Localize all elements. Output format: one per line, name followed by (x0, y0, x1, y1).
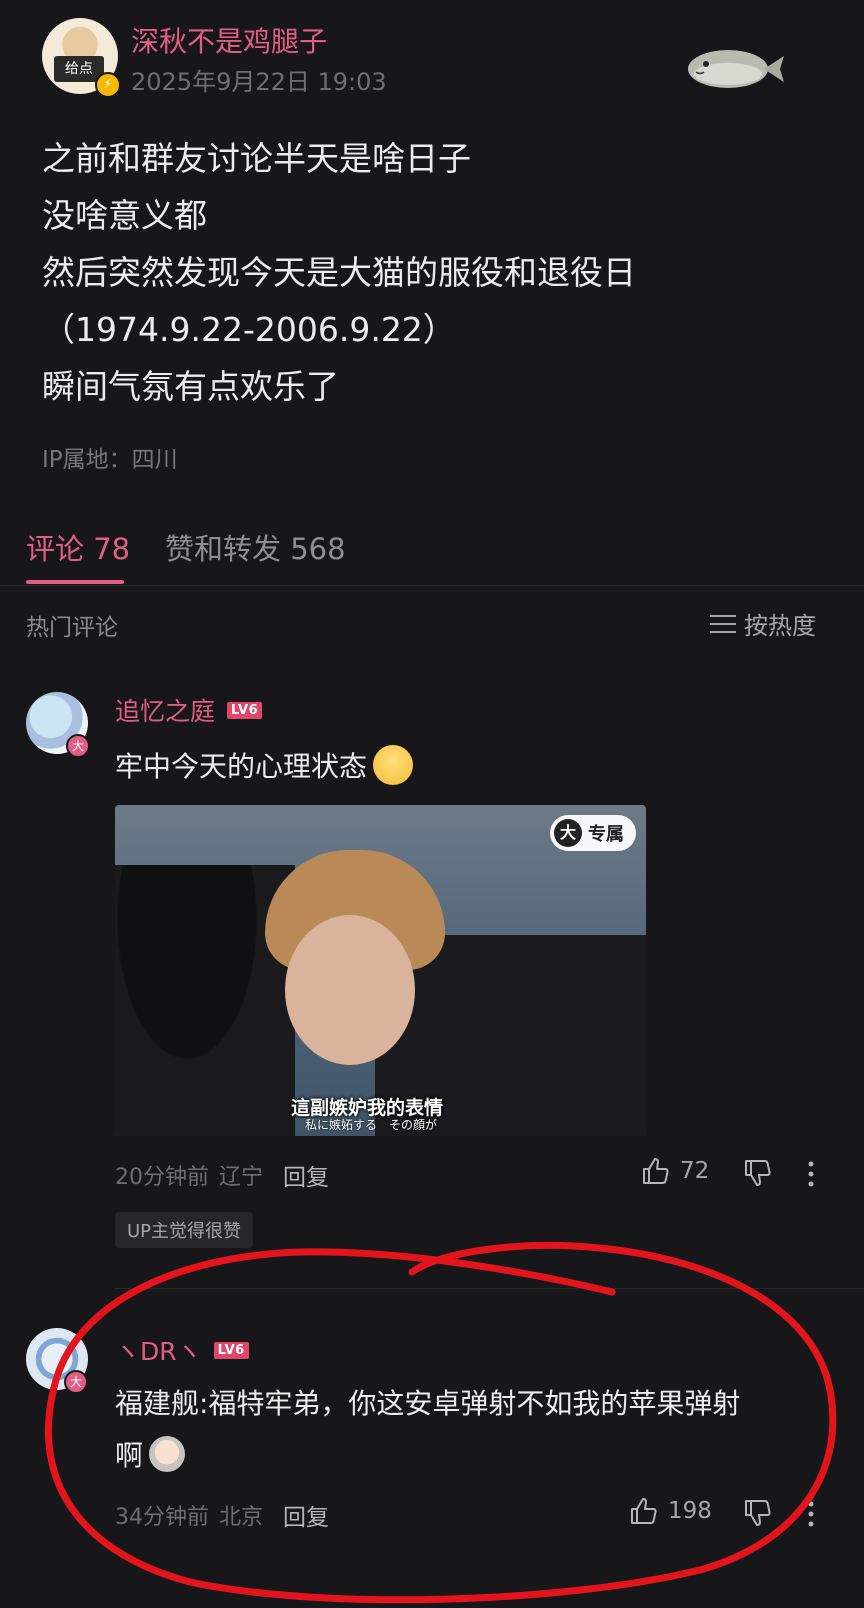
post-time: 2025年9月22日 19:03 (131, 68, 387, 96)
post-line: （1974.9.22-2006.9.22） (42, 310, 456, 349)
tab-comments[interactable]: 评论 78 (26, 526, 130, 568)
sort-button[interactable]: 按热度 (710, 606, 816, 641)
author-name[interactable]: 深秋不是鸡腿子 (131, 20, 327, 60)
comment-video[interactable]: 大 专属 這副嫉妒我的表情 私に嫉妬する その顔が (115, 805, 646, 1136)
post-line: 之前和群友讨论半天是啥日子 (42, 139, 471, 178)
comment-location: 辽宁 (219, 1165, 264, 1190)
post-line: 然后突然发现今天是大猫的服役和退役日 (42, 253, 636, 292)
reply-button[interactable]: 回复 (283, 1158, 329, 1192)
comment-text-line: 啊 (115, 1434, 186, 1474)
divider (115, 1288, 864, 1289)
thumbs-down-icon (742, 1498, 772, 1528)
comment-header: ヽDRヽ LV6 (115, 1332, 249, 1368)
comment-header: 追忆之庭 LV6 (115, 692, 263, 728)
comment-time: 34分钟前 (115, 1505, 209, 1530)
video-figure-left (115, 865, 295, 1136)
comment-meta: 20分钟前 辽宁 回复 (115, 1158, 329, 1192)
tab-active-indicator (26, 580, 124, 584)
more-options-icon[interactable] (806, 1500, 816, 1528)
like-count: 72 (680, 1158, 710, 1184)
comment-text-content: 啊 (115, 1439, 144, 1472)
anime-girl-sticker-icon (149, 1436, 186, 1472)
level-badge: LV6 (227, 701, 263, 719)
commenter-name[interactable]: 追忆之庭 (115, 692, 215, 728)
up-liked-tag: UP主觉得很赞 (115, 1212, 254, 1248)
fish-decoration-icon (686, 44, 786, 94)
exclusive-badge: 大 专属 (550, 815, 636, 851)
thumbs-down-icon (742, 1158, 772, 1188)
big-member-icon: 大 (554, 819, 582, 847)
comment-text: 牢中今天的心理状态 (115, 745, 414, 785)
like-button[interactable]: 198 (628, 1496, 712, 1526)
comment-meta: 34分钟前 北京 回复 (115, 1498, 329, 1532)
like-count: 198 (668, 1498, 712, 1524)
like-button[interactable]: 72 (640, 1156, 709, 1186)
reply-button[interactable]: 回复 (283, 1498, 329, 1532)
dislike-button[interactable] (742, 1158, 772, 1188)
comment-text-line: 福建舰:福特牢弟，你这安卓弹射不如我的苹果弹射 (115, 1387, 741, 1420)
comment-text-content: 牢中今天的心理状态 (115, 750, 368, 783)
tab-likes-reposts[interactable]: 赞和转发 568 (165, 526, 346, 568)
dislike-button[interactable] (742, 1498, 772, 1528)
comment-time: 20分钟前 (115, 1165, 209, 1190)
post-body: 之前和群友讨论半天是啥日子 没啥意义都 然后突然发现今天是大猫的服役和退役日 （… (42, 130, 832, 415)
verified-bolt-icon: ⚡ (95, 72, 121, 98)
sort-lines-icon (710, 613, 736, 635)
video-subtitle-japanese: 私に嫉妬する その顔が (305, 1118, 438, 1132)
commenter-name[interactable]: ヽDRヽ (115, 1332, 202, 1368)
big-member-badge: 大 (66, 734, 90, 758)
sort-label: 按热度 (744, 612, 816, 640)
post-line: 瞬间气氛有点欢乐了 (42, 367, 339, 406)
thumbs-up-icon (640, 1156, 670, 1186)
ip-location: IP属地：四川 (42, 447, 178, 473)
thumbs-up-icon (628, 1496, 658, 1526)
comment-location: 北京 (219, 1505, 264, 1530)
more-options-icon[interactable] (806, 1160, 816, 1188)
video-figure-face (285, 915, 415, 1065)
post-line: 没啥意义都 (42, 196, 207, 235)
level-badge: LV6 (213, 1341, 249, 1359)
exclusive-label: 专属 (588, 824, 624, 845)
divider (0, 585, 864, 586)
grin-emoji-icon (373, 745, 414, 785)
hot-comments-label: 热门评论 (26, 615, 118, 641)
big-member-badge: 大 (64, 1370, 88, 1394)
